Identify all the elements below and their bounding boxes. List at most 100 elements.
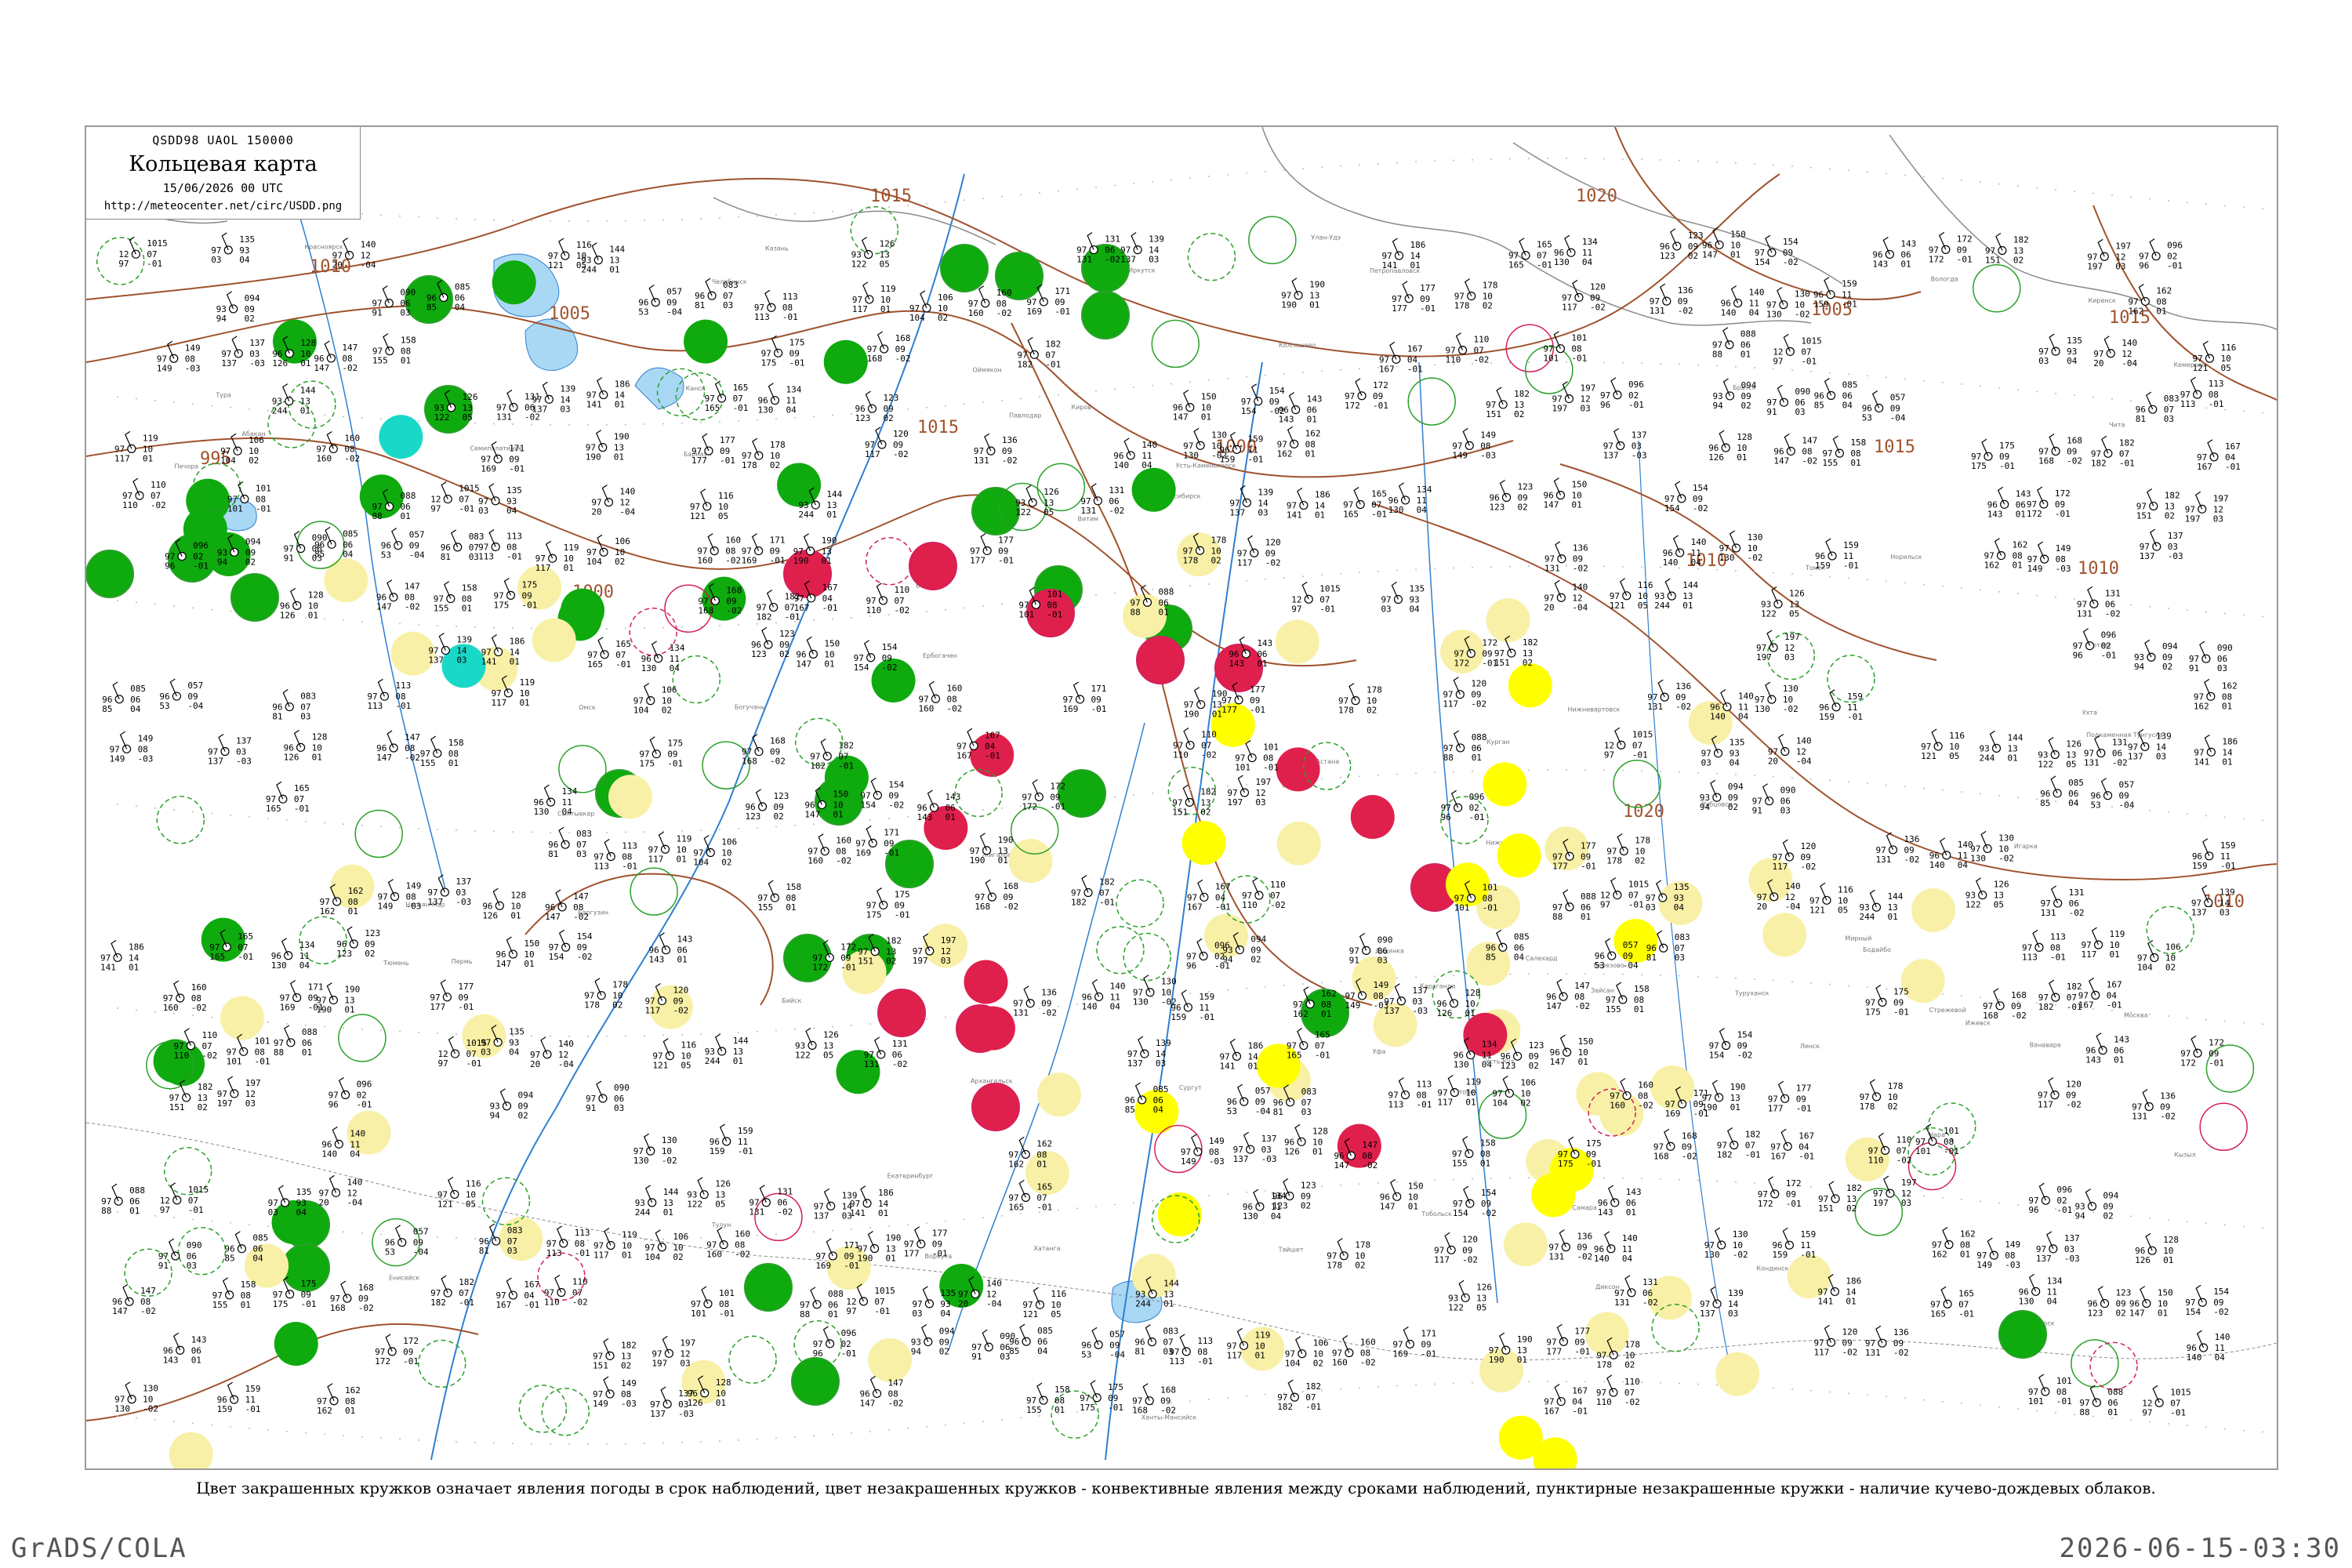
station-value: 123 [336, 949, 352, 959]
station-value: 91 [2189, 663, 2199, 673]
station-value: -01 [2055, 509, 2071, 519]
station-value: -02 [191, 1003, 207, 1013]
grid-dot [1472, 1381, 1473, 1384]
station-value: 143 [946, 792, 961, 802]
station-value: 154 [1453, 1208, 1468, 1218]
station-value: 101 [1018, 609, 1034, 619]
station-plot: 13597 9303 04 [211, 232, 255, 265]
grid-dot [869, 818, 871, 821]
isobar-value-label: 1005 [549, 304, 590, 324]
grid-dot [1886, 376, 1887, 379]
station-value: 01 [2222, 701, 2232, 711]
station-plot: 16597 07165 -01 [705, 380, 748, 413]
grid-dot [2149, 198, 2151, 200]
station-value: 01 [2114, 1055, 2124, 1065]
station-value: 01 [1036, 1159, 1047, 1169]
station-value: 1015 [188, 1185, 209, 1195]
station-value: 94 [1222, 954, 1233, 964]
grid-dot [568, 220, 570, 222]
grid-dot [1547, 769, 1548, 771]
station-value: 85 [314, 549, 325, 559]
station-value: 120 [1590, 281, 1606, 292]
station-plot: 16097 08160 -02 [968, 285, 1012, 318]
cloud-cover-icon [2051, 446, 2060, 456]
grid-dot [2205, 1018, 2207, 1021]
grid-dot [1058, 394, 1059, 396]
station-value: 121 [1022, 1309, 1038, 1319]
grid-dot [493, 1442, 495, 1444]
station-value: -01 [985, 750, 1000, 760]
station-plot: 13097 10130 -02 [1704, 1227, 1748, 1260]
station-value: -02 [1748, 553, 1763, 563]
station-plot: 16897 09168 -02 [742, 734, 786, 767]
map-url[interactable]: http://meteocenter.net/circ/USDD.png [86, 200, 360, 212]
weather-circle-filled [1036, 1073, 1081, 1117]
grid-dot [1735, 162, 1737, 164]
station-value: 91 [1349, 955, 1359, 965]
grid-dot [456, 217, 457, 220]
station-value: 116 [718, 491, 734, 501]
station-value: 04 [1482, 1060, 1493, 1070]
station-value: 126 [1437, 1008, 1453, 1018]
station-value: 03 [211, 255, 221, 265]
grid-dot [1152, 180, 1153, 183]
station-plot: 16597 07165 -01 [1343, 486, 1387, 519]
grid-dot [794, 824, 796, 826]
grid-dot [568, 423, 570, 426]
grid-dot [1227, 785, 1229, 787]
grid-dot [1227, 377, 1229, 379]
station-value: -01 [2101, 651, 2117, 661]
grid-dot [907, 1223, 909, 1225]
city-label: Чита [2109, 422, 2125, 429]
station-value: 119 [2110, 929, 2125, 939]
station-value: 134 [786, 385, 801, 395]
cloud-cover-icon [278, 794, 288, 804]
station-plot: 13197 06131 -02 [2077, 586, 2121, 619]
grid-dot [738, 827, 739, 829]
station-value: 01 [1309, 300, 1319, 310]
station-value: 083 [1675, 932, 1690, 942]
station-value: 140 [1785, 881, 1801, 891]
grid-dot [1716, 1180, 1718, 1182]
grid-dot [813, 416, 815, 418]
weather-circle-filled [744, 1263, 793, 1312]
station-value: 101 [1915, 1146, 1931, 1156]
station-value: 149 [621, 1378, 637, 1388]
station-value: 97 [1291, 604, 1301, 614]
station-value: 151 [1818, 1203, 1834, 1214]
station-value: 130 [2019, 1296, 2034, 1306]
station-plot: 15096 10147 01 [1380, 1178, 1424, 1211]
grid-dot [2187, 1017, 2188, 1019]
grid-dot [1697, 1383, 1699, 1385]
station-value: 137 [2128, 751, 2143, 761]
station-value: 137 [1229, 507, 1245, 517]
station-value: 85 [1125, 1105, 1135, 1115]
station-plot: 13697 09131 -02 [1650, 283, 1693, 316]
station-value: 104 [2137, 963, 2153, 973]
station-value: 81 [548, 849, 558, 859]
grid-dot [1509, 565, 1511, 568]
grid-dot [851, 616, 852, 619]
station-value: 05 [2066, 760, 2076, 770]
grid-dot [2243, 410, 2245, 412]
city-label: Иркутск [1128, 267, 1156, 274]
cloud-cover-icon [1616, 441, 1625, 451]
grid-dot [380, 1233, 382, 1236]
grid-dot [1265, 1189, 1266, 1192]
grid-dot [700, 1033, 702, 1036]
grid-dot [1980, 996, 1981, 999]
grid-dot [1208, 583, 1210, 586]
station-value: -01 [1420, 303, 1436, 314]
station-value: 155 [1452, 1159, 1468, 1169]
grid-dot [1904, 582, 1906, 584]
grid-dot [2243, 1225, 2245, 1228]
station-value: 172 [1957, 234, 1973, 244]
grid-dot [1566, 973, 1567, 975]
grid-dot [1152, 996, 1153, 998]
grid-dot [964, 1218, 965, 1221]
grid-dot [1434, 364, 1436, 366]
station-value: 122 [1015, 507, 1031, 517]
grid-dot [1923, 787, 1925, 789]
station-value: 04 [1582, 257, 1593, 267]
station-value: 130 [1133, 997, 1149, 1007]
